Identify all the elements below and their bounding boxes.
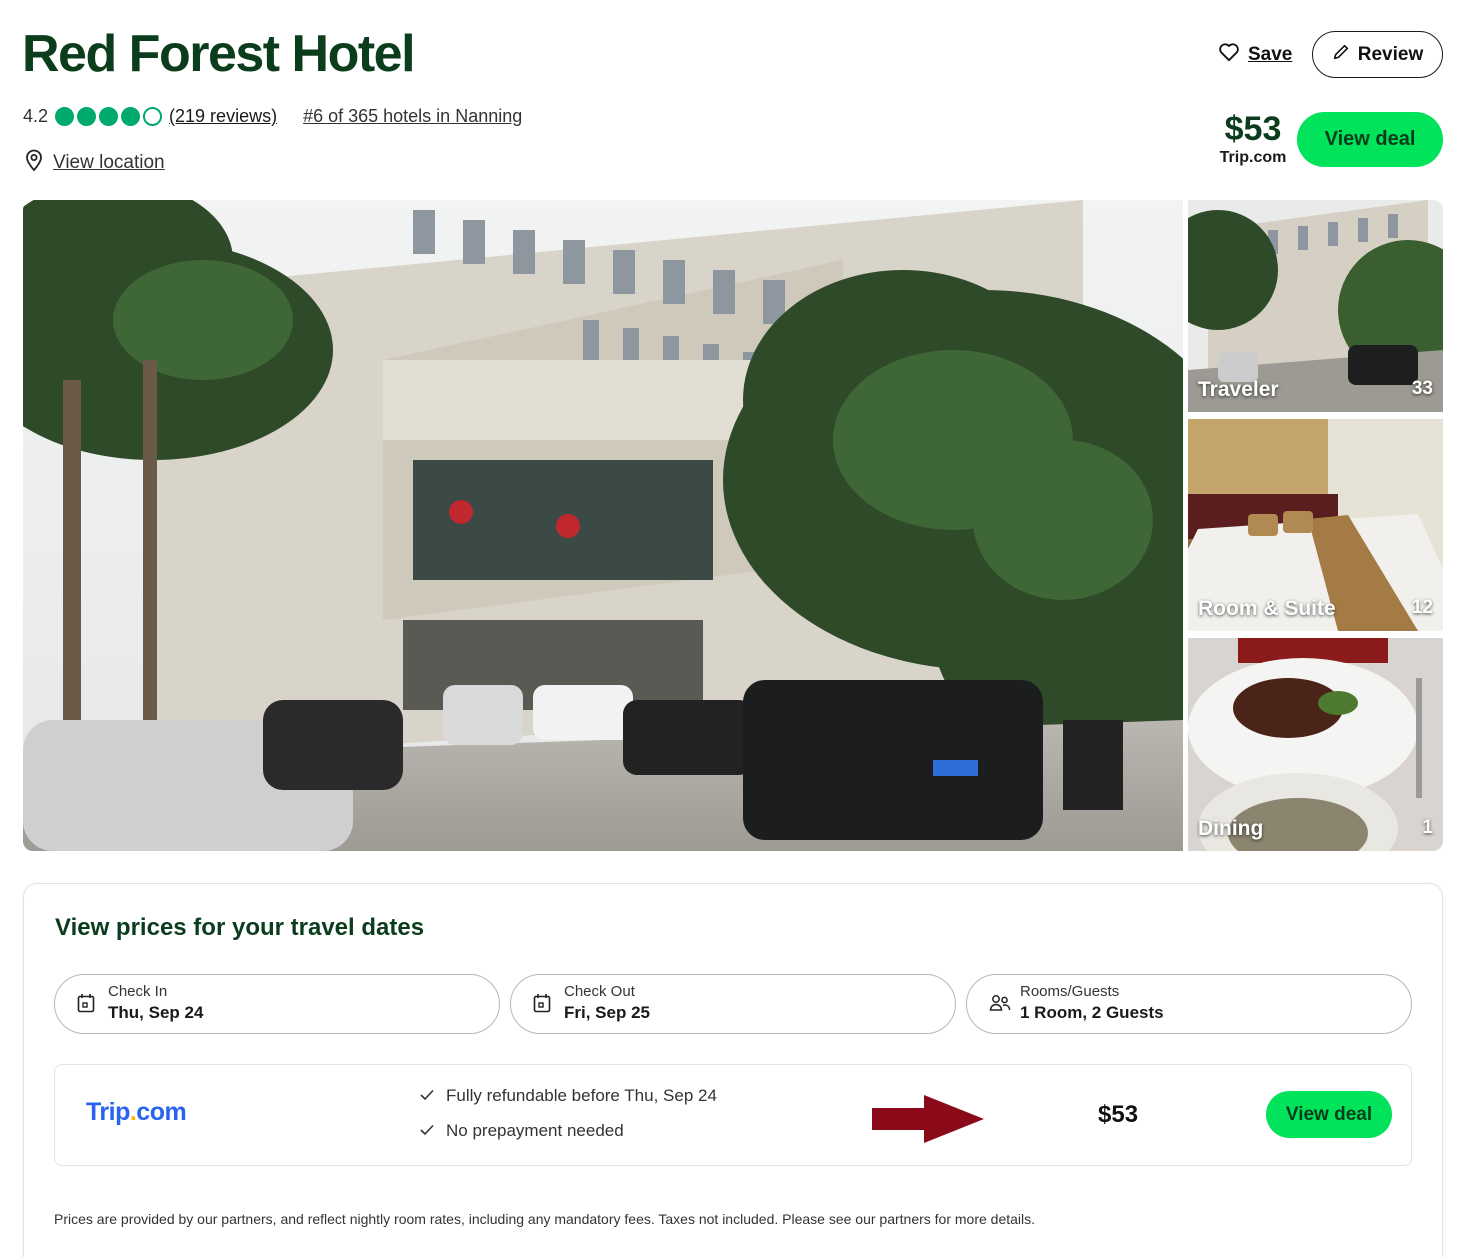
thumbnail-caption: Room & Suite <box>1198 597 1336 620</box>
rooms-guests-value: 1 Room, 2 Guests <box>1020 1003 1164 1022</box>
feature-text: Fully refundable before Thu, Sep 24 <box>446 1086 717 1105</box>
thumbnail-count: 33 <box>1411 378 1433 399</box>
thumbnail-caption: Traveler <box>1198 378 1279 401</box>
price-disclaimer: Prices are provided by our partners, and… <box>54 1211 1036 1227</box>
offer-view-deal-button[interactable]: View deal <box>1266 1091 1392 1138</box>
guests-icon <box>989 993 1011 1018</box>
check-out-field[interactable]: Check Out Fri, Sep 25 <box>510 974 956 1034</box>
top-price: $53 <box>1224 110 1282 148</box>
rating-bubble-filled <box>77 107 97 126</box>
rating-row: 4.2 (219 reviews) #6 of 365 hotels in Na… <box>23 106 522 127</box>
reviews-link[interactable]: (219 reviews) <box>169 106 277 127</box>
top-price-provider: Trip.com <box>1219 149 1287 166</box>
map-pin-icon <box>24 149 44 177</box>
view-location-label: View location <box>53 152 165 173</box>
check-in-label: Check In <box>108 983 168 1000</box>
pricing-title: View prices for your travel dates <box>55 914 425 941</box>
rating-bubble-filled <box>121 107 141 126</box>
pricing-card: View prices for your travel dates Check … <box>23 883 1443 1257</box>
pencil-icon <box>1332 43 1350 67</box>
save-button[interactable]: Save <box>1218 42 1292 68</box>
thumbnail-count: 12 <box>1411 597 1433 618</box>
thumbnail-traveler[interactable]: Traveler 33 <box>1188 200 1443 412</box>
check-icon <box>420 1086 434 1106</box>
thumbnail-count: 1 <box>1422 817 1433 838</box>
check-in-field[interactable]: Check In Thu, Sep 24 <box>54 974 500 1034</box>
review-button[interactable]: Review <box>1312 31 1443 78</box>
rating-bubbles <box>55 107 163 126</box>
calendar-icon <box>77 993 95 1018</box>
rooms-guests-label: Rooms/Guests <box>1020 983 1120 1000</box>
feature-text: No prepayment needed <box>446 1121 624 1140</box>
rating-bubble-empty <box>143 107 163 126</box>
review-label: Review <box>1357 43 1424 65</box>
rating-value: 4.2 <box>23 106 49 126</box>
arrow-right-icon <box>872 1095 984 1148</box>
heart-icon <box>1218 42 1240 68</box>
feature-no-prepayment: No prepayment needed <box>420 1121 624 1141</box>
top-view-deal-button[interactable]: View deal <box>1297 112 1443 167</box>
hotel-name: Red Forest Hotel <box>22 25 416 83</box>
view-location-link[interactable]: View location <box>24 149 165 177</box>
feature-refundable: Fully refundable before Thu, Sep 24 <box>420 1086 717 1106</box>
trip-com-logo: Trip.com <box>86 1098 187 1126</box>
calendar-icon <box>533 993 551 1018</box>
offer-price: $53 <box>1098 1101 1139 1128</box>
check-icon <box>420 1121 434 1141</box>
check-in-value: Thu, Sep 24 <box>108 1003 204 1022</box>
ranking-link[interactable]: #6 of 365 hotels in Nanning <box>303 106 522 127</box>
check-out-value: Fri, Sep 25 <box>564 1003 650 1022</box>
save-label: Save <box>1248 44 1293 65</box>
thumbnail-room-suite[interactable]: Room & Suite 12 <box>1188 419 1443 631</box>
rooms-guests-field[interactable]: Rooms/Guests 1 Room, 2 Guests <box>966 974 1412 1034</box>
main-hotel-photo[interactable] <box>23 200 1183 851</box>
rating-bubble-filled <box>55 107 75 126</box>
thumbnail-dining[interactable]: Dining 1 <box>1188 638 1443 851</box>
offer-row: Trip.com Fully refundable before Thu, Se… <box>54 1064 1412 1166</box>
check-out-label: Check Out <box>564 983 635 1000</box>
top-price-block: $53 Trip.com <box>1214 110 1292 167</box>
thumbnail-caption: Dining <box>1198 817 1264 840</box>
rating-bubble-filled <box>99 107 119 126</box>
